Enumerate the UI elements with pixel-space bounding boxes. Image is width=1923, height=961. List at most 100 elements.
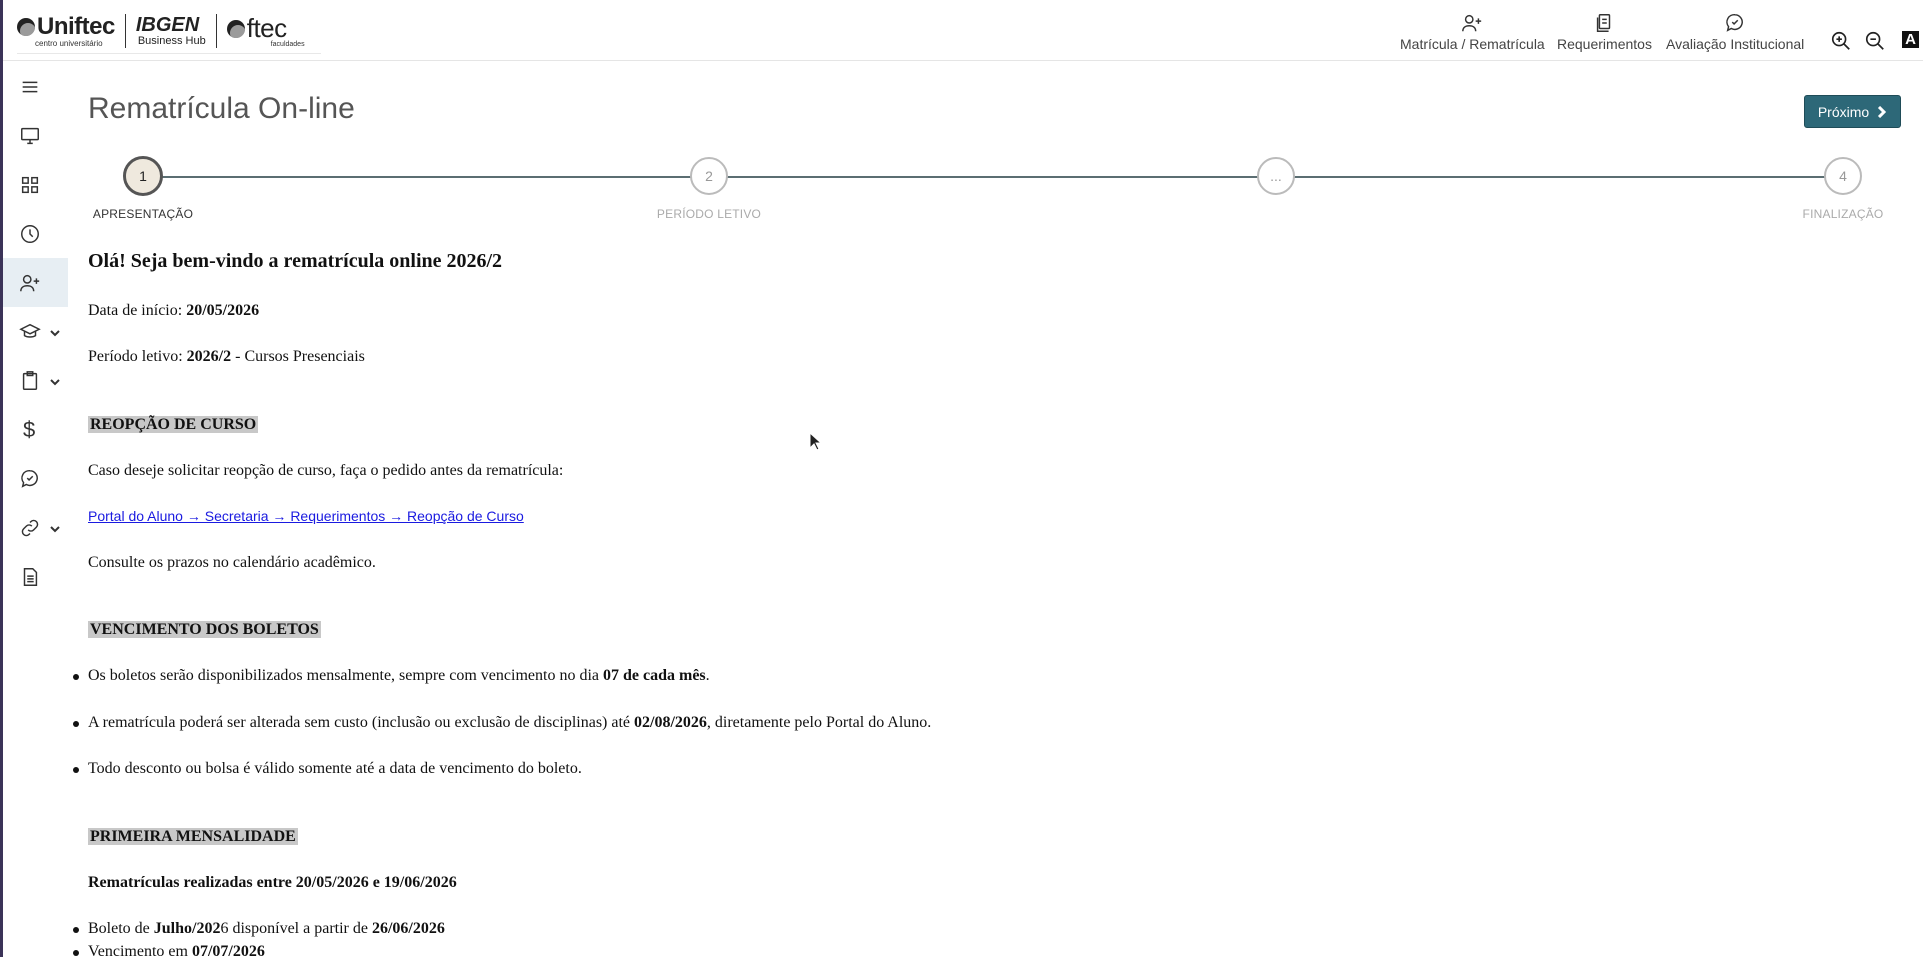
document-icon (23, 567, 38, 586)
primeira-2-date: 07/07/2026 (191, 943, 265, 960)
boletos-2-text: A rematrícula poderá ser alterada sem cu… (88, 714, 635, 731)
step-1-label: APRESENTAÇÃO (92, 207, 194, 221)
top-bar: Uniftec centro universitário IBGEN Busin… (3, 0, 1923, 61)
next-button[interactable]: Próximo (1804, 95, 1901, 128)
uniftec-wordmark: Uniftec (37, 13, 115, 40)
reopcao-link-line: Portal do Aluno → Secretaria → Requerime… (88, 508, 524, 526)
list-item: Vencimento em 07/07/2026 (73, 943, 265, 961)
boletos-3-text: Todo desconto ou bolsa é válido somente … (88, 760, 582, 777)
reopcao-text: Caso deseje solicitar reopção de curso, … (88, 462, 564, 479)
period-value: 2026/2 (186, 348, 232, 365)
primeira-1-date: 26/06/2026 (371, 920, 445, 937)
primeira-heading: PRIMEIRA MENSALIDADE (88, 828, 298, 846)
zoom-out-button[interactable] (1864, 30, 1886, 52)
ftec-wordmark: ftec (246, 13, 287, 43)
step-4[interactable]: 4 (1824, 157, 1862, 195)
step-ellipsis[interactable]: ... (1257, 157, 1295, 195)
start-date-line: Data de início: 20/05/2026 (88, 302, 259, 320)
list-item: Os boletos serão disponibilizados mensal… (73, 667, 710, 685)
sidebar: $ (3, 62, 68, 601)
page-title: Rematrícula On-line (88, 92, 355, 125)
uniftec-logo: Uniftec centro universitário (17, 13, 125, 48)
menu-icon (22, 81, 38, 92)
sidebar-item-rematricula[interactable] (3, 258, 68, 307)
chevron-down-icon (49, 326, 61, 338)
topnav-requerimentos-label: Requerimentos (1557, 36, 1652, 52)
ibgen-wordmark: IBGEN (135, 14, 200, 36)
period-label: Período letivo: (88, 348, 187, 365)
topnav-requerimentos[interactable]: Requerimentos (1557, 12, 1652, 52)
list-item: Boleto de Julho/2026 disponível a partir… (73, 920, 445, 938)
period-line: Período letivo: 2026/2 - Cursos Presenci… (88, 348, 365, 366)
user-plus-icon (1462, 14, 1482, 32)
sidebar-item-avaliacao[interactable] (3, 454, 68, 503)
clipboard-icon (22, 370, 38, 390)
sidebar-item-financeiro[interactable]: $ (3, 405, 68, 454)
list-item: A rematrícula poderá ser alterada sem cu… (73, 714, 931, 732)
globe-icon (226, 19, 245, 38)
start-date-value: 20/05/2026 (186, 302, 260, 319)
dollar-icon: $ (23, 416, 36, 442)
primeira-2-text: Vencimento em (88, 943, 192, 960)
brand-logos[interactable]: Uniftec centro universitário IBGEN Busin… (17, 8, 321, 54)
boletos-1-bold: 07 de cada mês (603, 667, 706, 684)
boletos-heading: VENCIMENTO DOS BOLETOS (88, 621, 321, 639)
step-4-label: FINALIZAÇÃO (1802, 207, 1884, 221)
stepper-line (142, 176, 1842, 178)
chevron-right-icon (1878, 105, 1887, 118)
monitor-icon (21, 127, 39, 144)
zoom-in-button[interactable] (1830, 30, 1852, 52)
chat-check-icon (21, 469, 38, 488)
grid-icon (21, 176, 39, 193)
welcome-heading: Olá! Seja bem-vindo a rematrícula online… (88, 250, 503, 272)
mouse-cursor-icon (809, 432, 823, 451)
sidebar-item-links[interactable] (3, 503, 68, 552)
ibgen-logo: IBGEN Business Hub (126, 14, 216, 47)
contrast-button[interactable]: A (1902, 31, 1919, 48)
topnav-avaliacao[interactable]: Avaliação Institucional (1666, 12, 1804, 52)
ibgen-subtitle: Business Hub (137, 35, 206, 47)
sidebar-menu-toggle[interactable] (3, 62, 68, 111)
sidebar-item-dashboard[interactable] (3, 111, 68, 160)
user-plus-icon (20, 274, 40, 291)
link-icon (21, 519, 39, 536)
primeira-1-mid: 6 disponível a partir de (220, 920, 372, 937)
boletos-1-end: . (705, 667, 710, 684)
chevron-down-icon (49, 375, 61, 387)
primeira-subheading: Rematrículas realizadas entre 20/05/2026… (88, 874, 457, 891)
boletos-2-bold: 02/08/2026 (634, 714, 707, 731)
reopcao-heading-text: REOPÇÃO DE CURSO (88, 416, 259, 433)
step-2-label: PERÍODO LETIVO (656, 207, 762, 221)
next-button-label: Próximo (1817, 103, 1870, 120)
topnav-matricula-label: Matrícula / Rematrícula (1400, 36, 1545, 52)
zoom-in-icon (1831, 31, 1850, 50)
zoom-out-icon (1865, 31, 1884, 50)
uniftec-subtitle: centro universitário (35, 39, 103, 48)
reopcao-heading: REOPÇÃO DE CURSO (88, 416, 259, 434)
topnav-matricula[interactable]: Matrícula / Rematrícula (1400, 12, 1545, 52)
calendar-text: Consulte os prazos no calendário acadêmi… (88, 554, 376, 571)
sidebar-item-secretaria[interactable] (3, 356, 68, 405)
chat-check-icon (1726, 14, 1744, 32)
period-suffix: - Cursos Presenciais (231, 348, 365, 365)
primeira-1-bold: Julho/202 (153, 920, 221, 937)
primeira-1-text: Boleto de (88, 920, 154, 937)
primeira-heading-text: PRIMEIRA MENSALIDADE (88, 828, 298, 845)
boletos-1-text: Os boletos serão disponibilizados mensal… (88, 667, 603, 684)
reopcao-link[interactable]: Portal do Aluno → Secretaria → Requerime… (88, 508, 524, 524)
boletos-heading-text: VENCIMENTO DOS BOLETOS (88, 621, 321, 638)
documents-icon (1597, 14, 1611, 32)
clock-icon (21, 224, 39, 243)
ftec-subtitle: faculdades (270, 41, 305, 48)
chevron-down-icon (49, 522, 61, 534)
sidebar-item-academic[interactable] (3, 307, 68, 356)
step-1[interactable]: 1 (123, 156, 163, 196)
boletos-2-end: , diretamente pelo Portal do Aluno. (706, 714, 932, 731)
graduation-cap-icon (19, 323, 41, 338)
sidebar-item-history[interactable] (3, 209, 68, 258)
sidebar-item-apps[interactable] (3, 160, 68, 209)
start-date-label: Data de início: (88, 302, 187, 319)
sidebar-item-documents[interactable] (3, 552, 68, 601)
step-2[interactable]: 2 (690, 157, 728, 195)
topnav-avaliacao-label: Avaliação Institucional (1666, 36, 1805, 52)
